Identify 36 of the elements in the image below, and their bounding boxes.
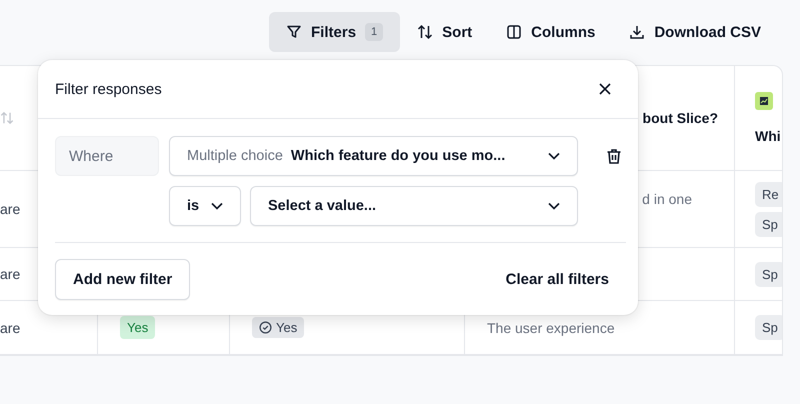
clear-filters-button[interactable]: Clear all filters [498,267,616,292]
count-badge: 1 [365,23,384,41]
column-header: Whi [755,128,781,144]
table-cell: are [0,266,20,282]
add-filter-button[interactable]: Add new filter [55,259,190,300]
table-cell: are [0,201,20,217]
toolbar-button[interactable]: Filters 1 [269,12,400,52]
column-header: bout Slice? [642,110,718,126]
download-icon [629,24,646,40]
table-cell: The user experience [487,320,615,336]
tag: Sp [755,315,782,340]
tag: Sp [755,262,782,286]
status-badge: Yes [120,316,156,339]
toolbar-button[interactable]: Sort [400,12,490,52]
question-select[interactable]: Multiple choice Which feature do you use mo... [169,136,578,176]
columns-icon [506,24,522,40]
toolbar-button[interactable]: Download CSV [612,12,778,52]
check-circle-icon [259,321,272,334]
status-badge: Yes [252,317,304,338]
tag: Re [755,182,782,206]
operator-select[interactable]: is [169,186,241,226]
where-label: Where [55,136,159,176]
toolbar-button[interactable]: Columns [489,12,612,52]
chevron-down-icon [548,152,560,160]
chevron-down-icon [211,202,223,210]
trash-icon [606,148,622,165]
sort-icon [417,24,434,40]
close-icon [598,82,612,96]
table-cell: d in one [642,191,692,207]
tag: Sp [755,212,782,236]
chevron-down-icon [548,202,560,210]
popover-title: Filter responses [55,80,162,98]
table-cell: are [0,320,20,336]
chart-icon [755,92,773,110]
value-select[interactable]: Select a value... [250,186,578,226]
filter-icon [286,24,302,40]
